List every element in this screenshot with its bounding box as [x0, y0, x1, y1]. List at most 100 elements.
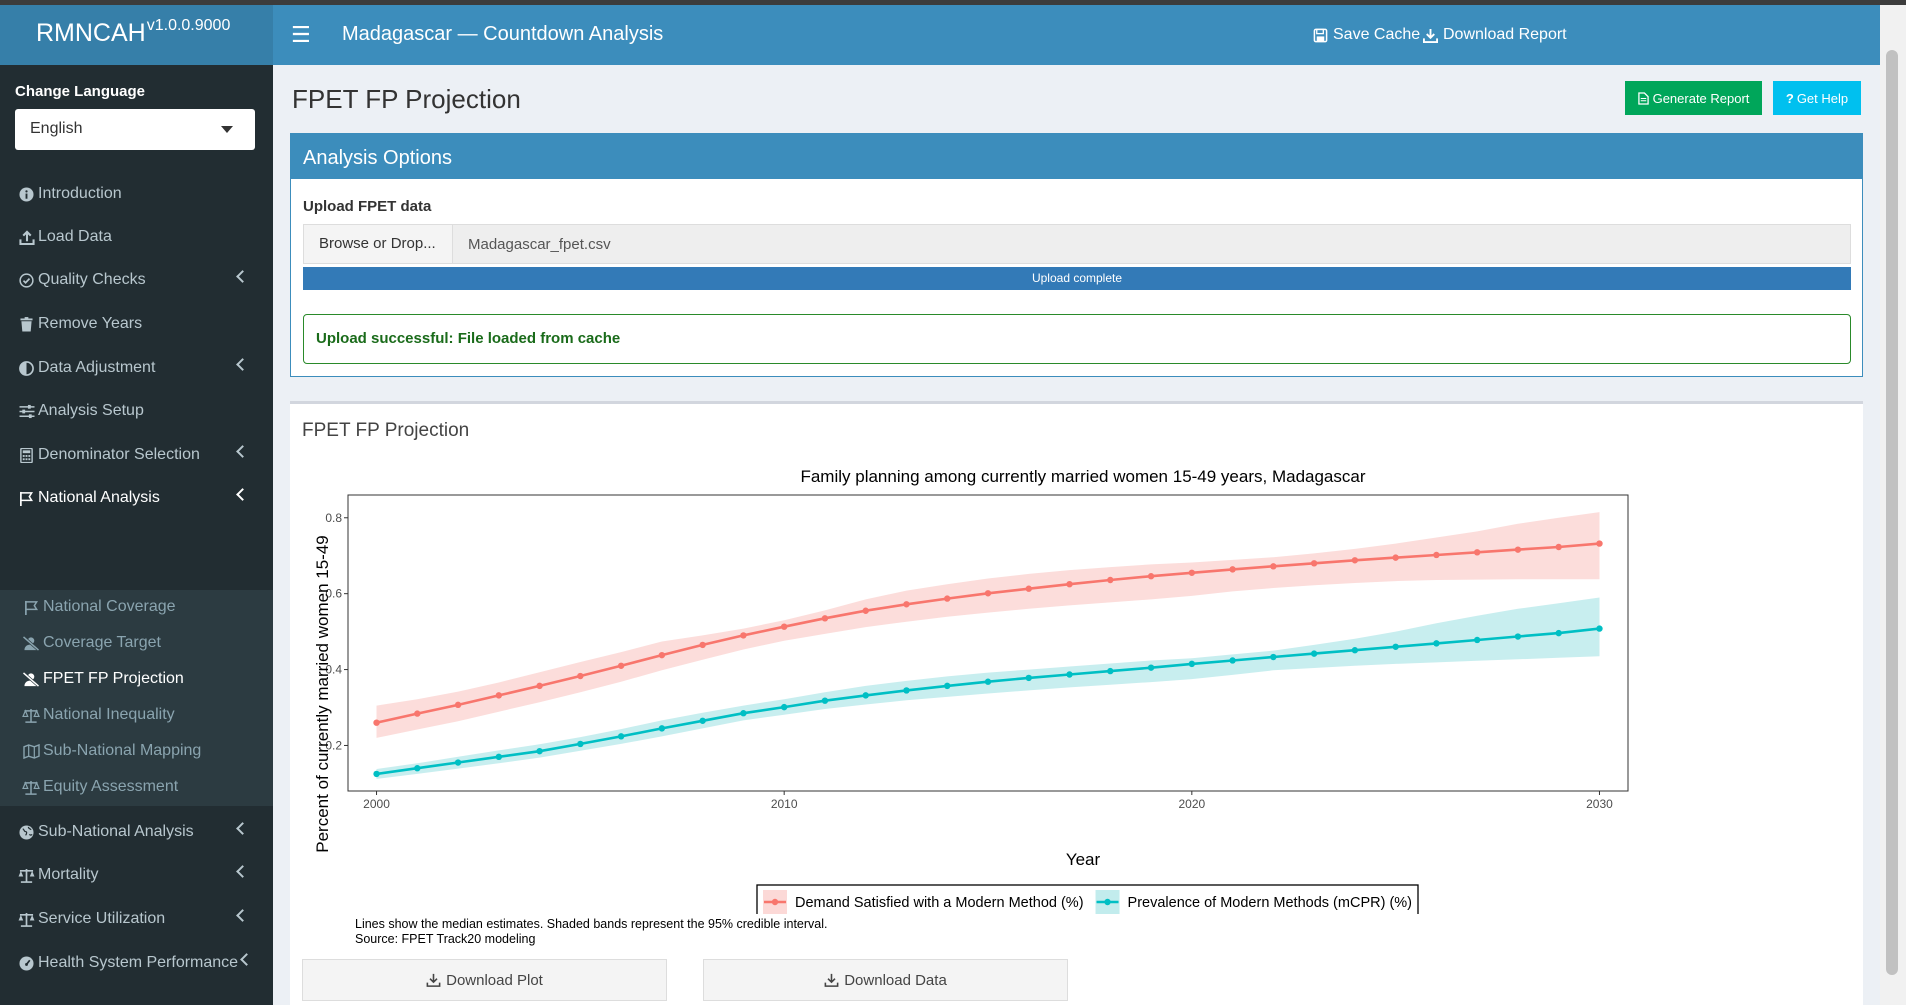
series-0-point	[780, 623, 788, 630]
series-1-point	[984, 678, 992, 685]
top-navbar: ☰ Madagascar — Countdown Analysis Save C…	[273, 5, 1880, 65]
series-1-point	[903, 687, 910, 694]
sidebar-item-label: Quality Checks	[38, 271, 146, 288]
sidebar-subitem-equity-assessment[interactable]: Equity Assessment	[0, 770, 273, 804]
sidebar-subitem-label: Equity Assessment	[43, 778, 179, 795]
legend-key-point	[1104, 898, 1111, 906]
chevron-down-icon	[221, 126, 233, 133]
series-0-point	[1473, 549, 1481, 556]
sidebar-item-label: Load Data	[38, 228, 112, 245]
series-1-point	[1514, 633, 1522, 640]
sidebar-subitem-fpet-fp-projection[interactable]: FPET FP Projection	[0, 662, 273, 696]
sidebar-item-quality-checks[interactable]: Quality Checks	[0, 260, 273, 300]
series-0-point	[1514, 546, 1522, 553]
series-0-point	[699, 641, 706, 649]
series-1-point	[1433, 640, 1440, 647]
calculator-icon	[18, 447, 35, 464]
series-1-point	[1147, 664, 1155, 671]
chart-x-axis-label: Year	[1066, 850, 1101, 869]
generate-report-button[interactable]: Generate Report	[1625, 81, 1762, 115]
series-0-credible-band	[376, 512, 1600, 738]
chevron-left-icon	[240, 953, 253, 966]
series-0-point	[1555, 543, 1562, 551]
sidebar-item-sub-national-analysis[interactable]: Sub-National Analysis	[0, 812, 273, 852]
sidebar-item-label: Introduction	[38, 185, 122, 202]
sidebar-item-remove-years[interactable]: Remove Years	[0, 304, 273, 344]
series-1-point	[577, 740, 584, 748]
chart-legend: Demand Satisfied with a Modern Method (%…	[756, 884, 1419, 914]
chevron-left-icon	[236, 445, 249, 458]
sidebar-item-national-analysis[interactable]: National Analysis	[0, 478, 273, 518]
sidebar-item-service-utilization[interactable]: Service Utilization	[0, 899, 273, 939]
series-1-point	[944, 682, 951, 690]
series-0-point	[1433, 551, 1440, 559]
series-1-point	[495, 753, 503, 761]
user-slash-icon	[22, 635, 40, 652]
series-0-point	[1025, 585, 1032, 592]
chevron-left-icon	[236, 909, 249, 922]
series-0-point	[1229, 566, 1236, 573]
download-plot-button[interactable]: Download Plot	[302, 959, 667, 1001]
sidebar-item-load-data[interactable]: Load Data	[0, 217, 273, 257]
series-1-point	[536, 747, 543, 755]
sidebar-item-label: Denominator Selection	[38, 446, 200, 463]
sidebar-subitem-national-coverage[interactable]: National Coverage	[0, 590, 273, 624]
series-0-point	[1147, 573, 1155, 580]
map-icon	[22, 743, 40, 760]
page-scrollbar[interactable]	[1880, 5, 1906, 1005]
upload-fpet-label: Upload FPET data	[303, 198, 432, 215]
series-1-point	[1596, 625, 1603, 632]
sidebar-item-data-adjustment[interactable]: Data Adjustment	[0, 348, 273, 388]
file-name-field[interactable]: Madagascar_fpet.csv	[452, 224, 1851, 264]
download-report-button[interactable]: Download Report	[1423, 26, 1567, 44]
series-0-point	[414, 710, 421, 717]
sidebar-item-analysis-setup[interactable]: Analysis Setup	[0, 391, 273, 431]
series-1-point	[1555, 629, 1562, 637]
balance-scale-icon	[18, 911, 35, 928]
sidebar-subitem-label: National Inequality	[43, 706, 175, 723]
balance-scale-icon	[22, 779, 40, 796]
app-version: v1.0.0.9000	[146, 17, 231, 34]
series-1-point	[1310, 650, 1318, 657]
download-icon	[426, 973, 441, 987]
sidebar-subitem-label: FPET FP Projection	[43, 670, 184, 687]
series-0-point	[1270, 563, 1277, 570]
sidebar-subitem-coverage-target[interactable]: Coverage Target	[0, 626, 273, 660]
browse-button[interactable]: Browse or Drop...	[303, 224, 453, 264]
header-title: Madagascar — Countdown Analysis	[342, 23, 664, 45]
download-data-button[interactable]: Download Data	[703, 959, 1068, 1001]
download-icon	[1423, 28, 1438, 43]
chart-title: Family planning among currently married …	[800, 467, 1365, 486]
legend-label: Prevalence of Modern Methods (mCPR) (%)	[1128, 895, 1412, 911]
generate-report-label: Generate Report	[1652, 90, 1750, 106]
flag-outline-icon	[22, 599, 40, 616]
balance-scale-icon	[18, 867, 35, 884]
sidebar-subitem-label: National Coverage	[43, 598, 176, 615]
download-data-label: Download Data	[844, 971, 947, 989]
hamburger-menu-icon[interactable]: ☰	[291, 22, 311, 48]
get-help-button[interactable]: ? Get Help	[1773, 81, 1861, 115]
tachometer-icon	[18, 955, 35, 972]
save-cache-button[interactable]: Save Cache	[1313, 26, 1420, 44]
chevron-left-icon	[236, 358, 249, 371]
series-1-point	[617, 733, 625, 740]
sidebar-subitem-sub-national-mapping[interactable]: Sub-National Mapping	[0, 734, 273, 768]
series-0-point	[1596, 540, 1603, 547]
sidebar-item-mortality[interactable]: Mortality	[0, 855, 273, 895]
sidebar-item-introduction[interactable]: Introduction	[0, 174, 273, 214]
series-1-point	[658, 725, 666, 732]
series-0-point	[658, 651, 666, 659]
sidebar-item-denominator-selection[interactable]: Denominator Selection	[0, 435, 273, 475]
language-select[interactable]: English	[15, 109, 255, 150]
legend-label: Demand Satisfied with a Modern Method (%…	[795, 895, 1084, 911]
sidebar-item-label: Remove Years	[38, 315, 143, 332]
chart-note-line1: Lines show the median estimates. Shaded …	[355, 917, 828, 931]
sidebar-subitem-national-inequality[interactable]: National Inequality	[0, 698, 273, 732]
series-1-point	[780, 703, 788, 711]
fpet-projection-box: FPET FP Projection 0.2 0.4 0.6 0.8 2000 2010 2…	[290, 401, 1863, 1005]
scrollbar-thumb[interactable]	[1886, 50, 1898, 975]
sidebar-item-health-system-performance[interactable]: Health System Performance	[0, 943, 273, 983]
series-1-point	[454, 759, 462, 766]
analysis-options-box: Analysis Options Upload FPET data Browse…	[290, 133, 1863, 377]
app-logo[interactable]: RMNCAH v1.0.0.9000	[0, 5, 273, 65]
